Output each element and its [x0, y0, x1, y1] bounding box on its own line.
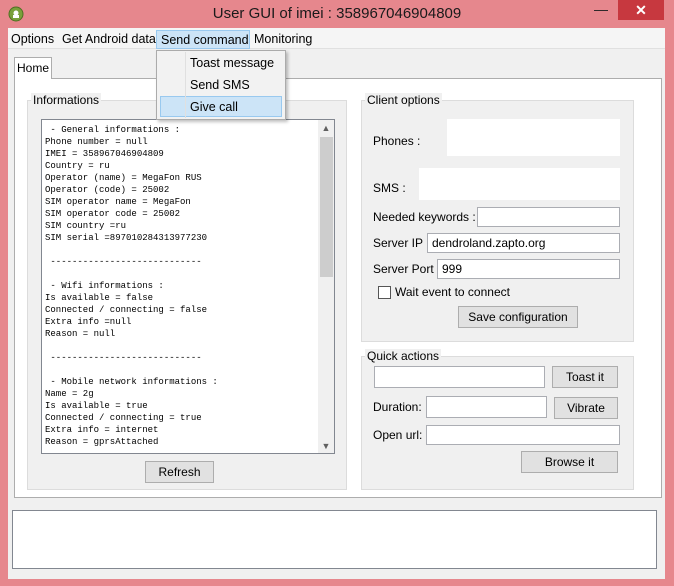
open-url-input[interactable] — [426, 425, 620, 445]
menu-options[interactable]: Options — [11, 30, 54, 49]
scroll-down-icon[interactable]: ▼ — [318, 439, 334, 453]
info-line: Operator (name) = MegaFon RUS — [45, 173, 202, 183]
info-line: IMEI = 358967046904809 — [45, 149, 164, 159]
phones-list[interactable] — [447, 119, 620, 156]
info-line: Is available = true — [45, 401, 148, 411]
refresh-button[interactable]: Refresh — [145, 461, 214, 483]
menu-get-android-data[interactable]: Get Android data — [62, 30, 156, 49]
toast-it-button[interactable]: Toast it — [552, 366, 618, 388]
server-ip-label: Server IP : — [373, 236, 430, 250]
wait-event-label: Wait event to connect — [395, 285, 510, 299]
dropdown-item-send-sms[interactable]: Send SMS — [190, 75, 250, 95]
info-line: SIM operator name = MegaFon — [45, 197, 191, 207]
info-line: - Wifi informations : — [45, 281, 164, 291]
menu-monitoring[interactable]: Monitoring — [254, 30, 312, 49]
dropdown-item-toast-message[interactable]: Toast message — [190, 53, 274, 73]
informations-textbox[interactable]: - General informations : Phone number = n… — [41, 119, 335, 454]
info-line: SIM serial =897010284313977230 — [45, 233, 208, 243]
info-line: - General informations : — [45, 125, 181, 135]
vibrate-button[interactable]: Vibrate — [554, 397, 618, 419]
info-line: Extra info =null — [45, 317, 132, 327]
close-icon[interactable]: ✕ — [618, 0, 664, 20]
info-line: ---------------------------- — [45, 353, 202, 363]
open-url-label: Open url: — [373, 428, 423, 442]
sms-list[interactable] — [419, 168, 620, 200]
info-line: Reason = null — [45, 329, 116, 339]
info-line: SIM operator code = 25002 — [45, 209, 181, 219]
minimize-icon[interactable]: — — [588, 2, 614, 20]
scroll-up-icon[interactable]: ▲ — [318, 121, 334, 135]
menu-send-command[interactable]: Send command — [156, 30, 250, 49]
server-port-label: Server Port : — [373, 262, 441, 276]
info-line — [45, 244, 320, 256]
sms-label: SMS : — [373, 181, 406, 195]
save-configuration-button[interactable]: Save configuration — [458, 306, 578, 328]
info-line: Country = ru — [45, 161, 110, 171]
info-line — [45, 364, 320, 376]
scroll-thumb[interactable] — [320, 137, 333, 277]
toast-message-input[interactable] — [374, 366, 545, 388]
duration-input[interactable] — [426, 396, 547, 418]
browse-it-button[interactable]: Browse it — [521, 451, 618, 473]
wait-event-checkbox[interactable] — [378, 286, 391, 299]
info-line: - Mobile network informations : — [45, 377, 218, 387]
client-options-title: Client options — [365, 93, 442, 107]
info-line: Connected / connecting = false — [45, 305, 208, 315]
needed-keywords-input[interactable] — [477, 207, 620, 227]
info-line: Reason = gprsAttached — [45, 437, 159, 447]
info-line: Phone number = null — [45, 137, 148, 147]
info-line: Operator (code) = 25002 — [45, 185, 170, 195]
info-line: Name = 2g — [45, 389, 94, 399]
informations-text: - General informations : Phone number = n… — [45, 124, 320, 448]
tab-home[interactable]: Home — [14, 57, 52, 79]
dropdown-separator — [185, 52, 186, 118]
informations-title: Informations — [31, 93, 102, 107]
info-line: ---------------------------- — [45, 257, 202, 267]
info-line — [45, 268, 320, 280]
needed-keywords-label: Needed keywords : — [373, 210, 476, 224]
info-line: Extra info = internet — [45, 425, 159, 435]
dropdown-item-give-call[interactable]: Give call — [190, 97, 238, 117]
log-textbox[interactable] — [12, 510, 657, 569]
window-title: User GUI of imei : 358967046904809 — [212, 5, 462, 22]
server-ip-input[interactable] — [427, 233, 620, 253]
server-port-input[interactable] — [437, 259, 620, 279]
info-line: Is available = false — [45, 293, 154, 303]
duration-label: Duration: — [373, 400, 422, 414]
quick-actions-title: Quick actions — [365, 349, 442, 363]
info-line — [45, 340, 320, 352]
info-line: SIM country =ru — [45, 221, 127, 231]
info-line: Connected / connecting = true — [45, 413, 202, 423]
phones-label: Phones : — [373, 134, 421, 148]
